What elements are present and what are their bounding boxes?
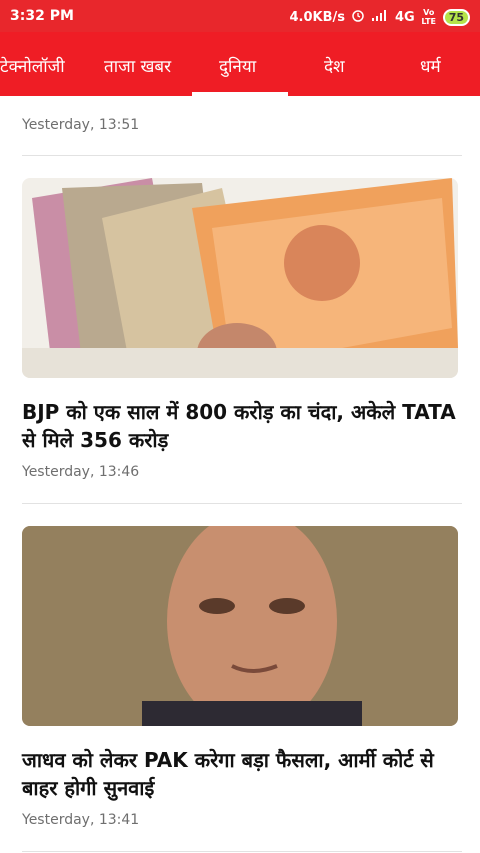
tab-latest-news[interactable]: ताजा खबर xyxy=(104,54,171,77)
tab-country[interactable]: देश xyxy=(324,54,345,77)
divider xyxy=(22,851,462,852)
tab-religion[interactable]: धर्म xyxy=(420,54,441,77)
article-headline[interactable]: जाधव को लेकर PAK करेगा बड़ा फैसला, आर्मी… xyxy=(22,746,458,802)
volte-icon: Vo LTE xyxy=(421,8,437,26)
tab-world[interactable]: दुनिया xyxy=(219,54,256,77)
article-image-currency[interactable] xyxy=(22,178,458,378)
battery-icon: 75 xyxy=(442,8,470,26)
status-bar: 3:32 PM 4.0KB/s 4G Vo LTE 75 xyxy=(0,0,480,32)
signal-icon xyxy=(371,9,389,25)
tab-technology[interactable]: टेक्नोलॉजी xyxy=(0,54,65,77)
article-headline[interactable]: BJP को एक साल में 800 करोड़ का चंदा, अके… xyxy=(22,398,458,454)
status-time: 3:32 PM xyxy=(10,8,74,24)
network-speed: 4.0KB/s xyxy=(289,9,345,25)
category-tabs: टेक्नोलॉजी ताजा खबर दुनिया देश धर्म xyxy=(0,32,480,96)
news-feed[interactable]: Yesterday, 13:51 BJP को एक साल में 800 क… xyxy=(0,96,480,853)
divider xyxy=(22,155,462,156)
article-timestamp: Yesterday, 13:46 xyxy=(22,464,140,480)
article-timestamp: Yesterday, 13:41 xyxy=(22,812,140,828)
alarm-icon xyxy=(351,8,365,26)
article-timestamp: Yesterday, 13:51 xyxy=(22,117,140,133)
status-icons: 4.0KB/s 4G Vo LTE 75 xyxy=(289,8,470,26)
divider xyxy=(22,503,462,504)
article-image-portrait[interactable] xyxy=(22,526,458,726)
network-type: 4G xyxy=(394,9,415,25)
